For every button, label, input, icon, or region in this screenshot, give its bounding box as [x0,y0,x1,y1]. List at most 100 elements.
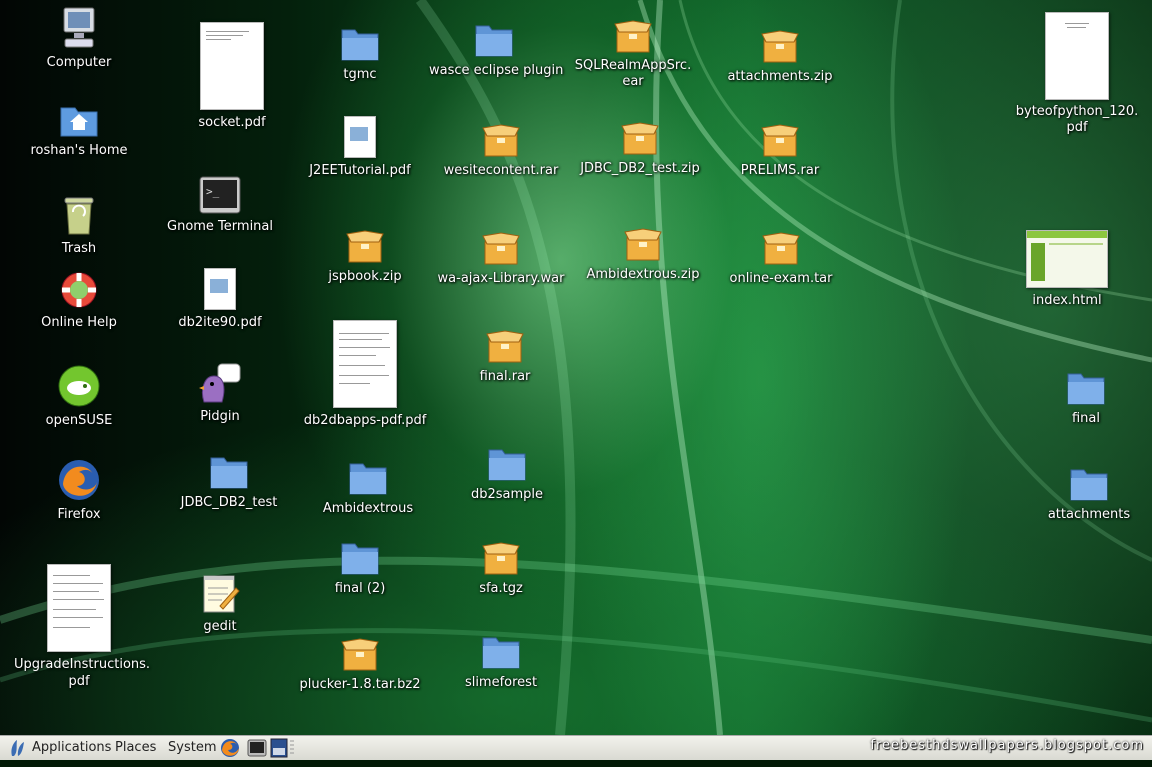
icon-label: sfa.tgz [479,581,523,596]
icon-label: wasce eclipse plugin [429,63,564,78]
pdf-document-icon [300,320,430,408]
folder-icon [295,22,425,62]
firefox-launcher-icon[interactable] [220,738,240,758]
desktop-icon-opensuse[interactable]: openSUSE [14,362,144,429]
desktop-icon-j2ee-pdf[interactable]: J2EETutorial.pdf [295,116,425,179]
icon-label: final (2) [334,581,386,596]
archive-box-icon [715,118,845,158]
desktop-icon-byteofpython-pdf[interactable]: byteofpython_120. pdf [1012,12,1142,136]
icon-label: byteofpython_120. pdf [1015,104,1139,135]
icon-label: Ambidextrous.zip [586,267,700,282]
icon-label: tgmc [343,67,377,82]
desktop-icon-jdbc-zip[interactable]: JDBC_DB2_test.zip [575,116,705,177]
icon-label: slimeforest [464,675,538,690]
help-lifebuoy-icon [14,270,144,310]
desktop-icon-index-html[interactable]: index.html [1002,228,1132,309]
desktop-icon-jdbc-folder[interactable]: JDBC_DB2_test [164,452,294,511]
pidgin-icon [155,362,285,404]
icon-label: online-exam.tar [729,271,833,286]
desktop-icon-plucker-archive[interactable]: plucker-1.8.tar.bz2 [295,632,425,693]
icon-label: db2sample [470,487,544,502]
applications-menu[interactable]: Applications [32,736,111,760]
icon-label: wa-ajax-Library.war [437,271,565,286]
pdf-document-icon [155,268,285,310]
desktop-icon-wa-ajax-war[interactable]: wa-ajax-Library.war [436,226,566,287]
icon-label: Ambidextrous [322,501,414,516]
desktop-icon-final-folder[interactable]: final [1021,366,1151,427]
archive-box-icon [440,324,570,364]
desktop-icon-upgrade-instructions[interactable]: UpgradeInstructions. pdf [14,562,150,690]
icon-label: PRELIMS.rar [740,163,820,178]
desktop-icon-db2ite90-pdf[interactable]: db2ite90.pdf [155,268,285,331]
folder-icon [1024,462,1152,502]
desktop-icon-gedit[interactable]: gedit [155,570,285,635]
icon-label: openSUSE [45,413,113,428]
desktop-icon-tgmc-folder[interactable]: tgmc [295,22,425,83]
desktop-icon-ambidextrous-zip[interactable]: Ambidextrous.zip [578,222,708,283]
gnome-foot-icon[interactable] [8,736,26,760]
desktop-icon-pidgin[interactable]: Pidgin [155,362,285,425]
desktop-icon-wasce-folder[interactable]: wasce eclipse plugin [429,18,564,79]
icon-label: JDBC_DB2_test [180,495,278,510]
icon-label: gedit [203,619,237,634]
icon-label: db2ite90.pdf [178,315,262,330]
computer-icon [14,2,144,50]
desktop-icon-wesitecontent-rar[interactable]: wesitecontent.rar [436,118,566,179]
archive-box-icon [300,224,430,264]
desktop-background: Computer roshan's Home Trash Online Help… [0,0,1152,735]
icon-label: wesitecontent.rar [443,163,559,178]
archive-box-icon [436,536,566,576]
desktop-icon-firefox[interactable]: Firefox [14,456,144,523]
icon-label: db2dbapps-pdf.pdf [303,413,427,428]
archive-box-icon [716,226,846,266]
desktop-icon-attachments-folder[interactable]: attachments [1024,462,1152,523]
icon-label: Trash [61,241,97,256]
archive-box-icon [568,14,698,54]
icon-label: index.html [1032,293,1102,308]
folder-icon [164,452,294,490]
archive-box-icon [295,632,425,672]
desktop-icon-db2sample-folder[interactable]: db2sample [442,442,572,503]
desktop-icon-ambidextrous-folder[interactable]: Ambidextrous [303,456,433,517]
system-menu[interactable]: System [168,736,216,760]
desktop-icon-sqlrealm-ear[interactable]: SQLRealmAppSrc. ear [568,14,698,90]
icon-label: attachments.zip [727,69,833,84]
desktop-icon-computer[interactable]: Computer [14,2,144,71]
icon-label: Online Help [41,315,117,330]
gnome-panel: Applications Places System freebesthdswa… [0,735,1152,760]
panel-drag-handle[interactable] [290,736,294,760]
desktop-icon-trash[interactable]: Trash [14,192,144,257]
desktop-icon-prelims-rar[interactable]: PRELIMS.rar [715,118,845,179]
desktop-icon-final-rar[interactable]: final.rar [440,324,570,385]
desktop-icon-socket-pdf[interactable]: socket.pdf [167,22,297,131]
desktop-icon-gnome-terminal[interactable]: >_ Gnome Terminal [155,174,285,235]
desktop-icon-jspbook-zip[interactable]: jspbook.zip [300,224,430,285]
show-desktop-icon[interactable] [270,738,290,758]
folder-icon [1021,366,1151,406]
places-menu[interactable]: Places [115,736,156,760]
icon-label: final [1071,411,1100,426]
folder-icon [429,18,559,58]
archive-box-icon [715,24,845,64]
terminal-launcher-icon[interactable] [247,738,267,758]
icon-label: roshan's Home [30,143,128,158]
icon-label: Pidgin [200,409,240,424]
html-document-icon [1002,228,1132,288]
desktop-icon-attachments-zip[interactable]: attachments.zip [715,24,845,85]
archive-box-icon [436,118,566,158]
desktop-icon-online-help[interactable]: Online Help [14,270,144,331]
pdf-document-icon [295,116,425,158]
desktop-icon-slimeforest-folder[interactable]: slimeforest [436,630,566,691]
pdf-document-icon [167,22,297,110]
icon-label: Gnome Terminal [167,219,273,234]
desktop-icon-online-exam-tar[interactable]: online-exam.tar [716,226,846,287]
trash-icon [14,192,144,236]
desktop-icon-db2dbapps-pdf[interactable]: db2dbapps-pdf.pdf [300,320,430,429]
archive-box-icon [436,226,566,266]
pdf-document-icon [1012,12,1142,100]
icon-label: plucker-1.8.tar.bz2 [299,677,421,692]
desktop-icon-final2-folder[interactable]: final (2) [295,536,425,597]
desktop-icon-sfa-tgz[interactable]: sfa.tgz [436,536,566,597]
icon-label: jspbook.zip [328,269,402,284]
desktop-icon-home[interactable]: roshan's Home [14,98,144,159]
